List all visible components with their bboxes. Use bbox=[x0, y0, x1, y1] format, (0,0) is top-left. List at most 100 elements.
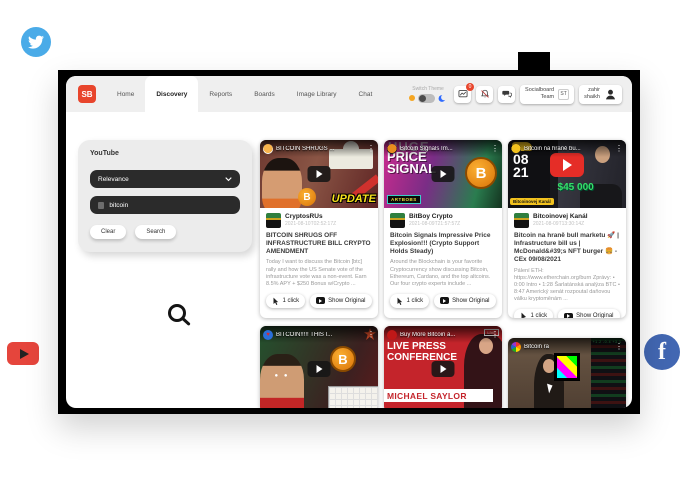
more-options-icon[interactable]: ⋮ bbox=[615, 145, 623, 153]
play-button[interactable] bbox=[308, 361, 331, 377]
channel-name[interactable]: Bitcoinovej Kanál bbox=[533, 213, 588, 220]
facebook-icon: f bbox=[644, 334, 680, 370]
show-original-label: Show Original bbox=[452, 298, 489, 304]
thumb-chart bbox=[328, 386, 378, 408]
clear-button[interactable]: Clear bbox=[90, 225, 126, 239]
chat-button[interactable] bbox=[498, 86, 515, 103]
team-name-line2: Team bbox=[541, 94, 554, 100]
video-thumbnail-1: B UPDATE BITCOIN SHRUGS ... ⋮ bbox=[260, 140, 378, 208]
video-card-6: KATE ROONEY Bitcoin ra ⋮ bbox=[508, 338, 626, 408]
show-original-label: Show Original bbox=[576, 313, 613, 318]
video-thumbnail-5: LIVE PRESS CONFERENCE MICHAEL SAYLOR LIV… bbox=[384, 326, 502, 408]
youtube-mini-icon bbox=[440, 297, 449, 304]
keyword-search-field[interactable] bbox=[90, 196, 240, 214]
app-window: SB Home Discovery Reports Boards Image L… bbox=[66, 76, 632, 408]
play-button[interactable] bbox=[432, 361, 455, 377]
video-description: Around the Blockchain is your favorite C… bbox=[390, 259, 496, 288]
switch-theme-label: Switch Theme bbox=[412, 86, 444, 92]
video-thumbnail-2: HUGE PRICE SIGNAL B ARTBOBS Bitcoin Sign… bbox=[384, 140, 502, 208]
team-selector[interactable]: Socialboard Team ST bbox=[520, 85, 574, 104]
user-menu[interactable]: zahir shaikh bbox=[579, 85, 622, 104]
search-button[interactable]: Search bbox=[135, 225, 176, 239]
nav-item-discovery[interactable]: Discovery bbox=[145, 76, 198, 112]
main-nav: Home Discovery Reports Boards Image Libr… bbox=[106, 76, 383, 112]
youtube-mini-icon bbox=[564, 313, 573, 318]
search-filter-panel: YouTube Relevance Clear Search bbox=[78, 140, 252, 252]
nav-item-boards[interactable]: Boards bbox=[243, 76, 286, 112]
source-label: YouTube bbox=[90, 150, 240, 157]
more-options-icon[interactable]: ⋮ bbox=[615, 343, 623, 351]
thumb-person bbox=[262, 158, 302, 208]
overlay-title: Buy More Bitcoin a... bbox=[400, 332, 488, 338]
video-card-3: 08 21 $45 000 Bitcoinovej Kanál Bitcoin … bbox=[508, 140, 626, 318]
thumb-michael-saylor-text: MICHAEL SAYLOR bbox=[387, 391, 467, 401]
video-card-2: HUGE PRICE SIGNAL B ARTBOBS Bitcoin Sign… bbox=[384, 140, 502, 318]
thumb-glitch-square bbox=[554, 353, 580, 381]
app-logo[interactable]: SB bbox=[78, 85, 96, 103]
video-date: 2021-08-09T13:30:14Z bbox=[533, 221, 588, 227]
video-date: 2021-08-09T21:57:57Z bbox=[409, 221, 460, 227]
channel-avatar bbox=[511, 144, 521, 154]
theme-toggle[interactable] bbox=[418, 94, 435, 103]
play-button[interactable] bbox=[308, 166, 331, 182]
video-title[interactable]: BITCOIN SHRUGS OFF INFRASTRUCTURE BILL C… bbox=[266, 232, 372, 256]
video-description: Pálení ETH: https://www.etherchain.org/b… bbox=[514, 268, 620, 304]
nav-item-chat[interactable]: Chat bbox=[348, 76, 384, 112]
channel-name[interactable]: BitBoy Crypto bbox=[409, 213, 460, 220]
more-options-icon[interactable]: ⋮ bbox=[367, 145, 375, 153]
channel-thumb bbox=[266, 213, 281, 228]
overlay-title: Bitcoin Signals Im... bbox=[400, 146, 488, 152]
reports-chart-button[interactable]: 0 bbox=[454, 86, 471, 103]
click-cursor-icon bbox=[272, 297, 279, 305]
search-input[interactable] bbox=[109, 202, 232, 209]
channel-avatar: ♥ bbox=[263, 330, 273, 340]
notification-badge: 0 bbox=[466, 83, 474, 91]
theme-switcher: Switch Theme bbox=[409, 86, 447, 103]
chart-icon bbox=[458, 89, 468, 99]
one-click-button[interactable]: 1 click bbox=[266, 294, 305, 308]
play-button[interactable] bbox=[432, 166, 455, 182]
twitter-icon bbox=[21, 27, 51, 57]
search-field-icon bbox=[98, 202, 104, 209]
one-click-label: 1 click bbox=[530, 313, 547, 318]
show-original-button[interactable]: Show Original bbox=[434, 294, 495, 308]
team-name-line1: Socialboard bbox=[525, 87, 554, 93]
play-glyph bbox=[317, 170, 323, 178]
nav-item-reports[interactable]: Reports bbox=[198, 76, 243, 112]
youtube-mini-icon bbox=[316, 297, 325, 304]
channel-name[interactable]: CryptosRUs bbox=[285, 213, 336, 220]
channel-avatar bbox=[263, 144, 273, 154]
more-options-icon[interactable]: ⋮ bbox=[491, 331, 499, 339]
nav-item-image-library[interactable]: Image Library bbox=[286, 76, 348, 112]
one-click-button[interactable]: 1 click bbox=[390, 294, 429, 308]
one-click-button[interactable]: 1 click bbox=[514, 309, 553, 318]
video-card-1: B UPDATE BITCOIN SHRUGS ... ⋮ CryptosRUs bbox=[260, 140, 378, 318]
relevance-select-value: Relevance bbox=[98, 176, 129, 183]
show-original-button[interactable]: Show Original bbox=[558, 309, 619, 318]
chevron-down-icon bbox=[225, 176, 232, 182]
toggle-knob bbox=[419, 95, 426, 102]
more-options-icon[interactable]: ⋮ bbox=[491, 145, 499, 153]
youtube-icon bbox=[7, 342, 39, 365]
bitcoin-coin-icon: B bbox=[298, 188, 316, 206]
click-cursor-icon bbox=[520, 312, 527, 318]
facebook-f-glyph: f bbox=[658, 339, 666, 366]
top-nav-bar: SB Home Discovery Reports Boards Image L… bbox=[66, 76, 632, 112]
sun-icon bbox=[409, 95, 415, 101]
notifications-button[interactable] bbox=[476, 86, 493, 103]
team-initials-badge: ST bbox=[558, 89, 569, 100]
avatar-icon bbox=[604, 88, 617, 101]
video-title[interactable]: Bitcoin na hraně bull marketu 🚀 | Infras… bbox=[514, 232, 620, 265]
show-original-button[interactable]: Show Original bbox=[310, 294, 371, 308]
video-description: Today I want to discuss the Bitcoin [btc… bbox=[266, 259, 372, 288]
play-glyph bbox=[441, 170, 447, 178]
user-name-line1: zahir bbox=[588, 87, 600, 93]
relevance-select[interactable]: Relevance bbox=[90, 170, 240, 188]
overlay-title: Bitcoin ra bbox=[524, 344, 612, 350]
more-options-icon[interactable]: ⋮ bbox=[367, 331, 375, 339]
chat-bubbles-icon bbox=[502, 89, 512, 99]
video-date: 2021-08-10T02:52:17Z bbox=[285, 221, 336, 227]
overlay-title: BITCOIN SHRUGS ... bbox=[276, 146, 364, 152]
video-title[interactable]: Bitcoin Signals Impressive Price Explosi… bbox=[390, 232, 496, 256]
nav-item-home[interactable]: Home bbox=[106, 76, 145, 112]
